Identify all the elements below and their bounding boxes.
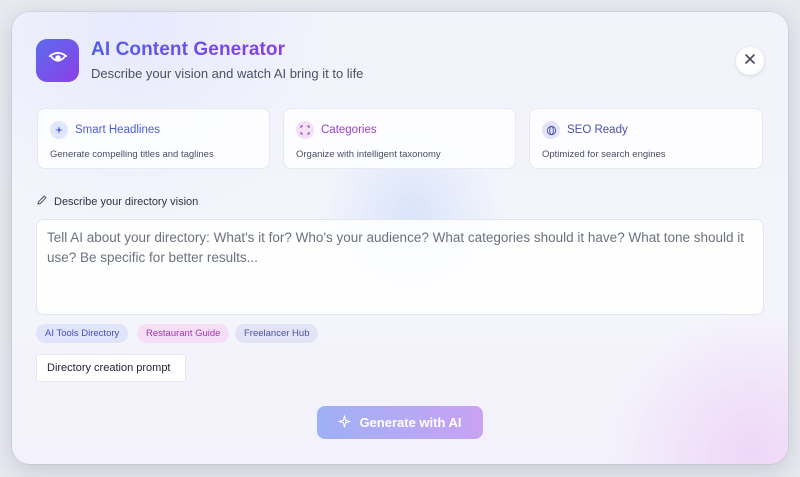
feature-description: Organize with intelligent taxonomy bbox=[296, 149, 441, 160]
feature-title: SEO Ready bbox=[567, 124, 628, 136]
grid-icon bbox=[296, 121, 314, 139]
feature-description: Generate compelling titles and taglines bbox=[50, 149, 214, 160]
feature-description: Optimized for search engines bbox=[542, 149, 666, 160]
globe-icon bbox=[542, 121, 560, 139]
prompt-textarea[interactable] bbox=[36, 219, 764, 315]
feature-title: Categories bbox=[321, 124, 377, 136]
close-icon bbox=[744, 52, 756, 70]
prompt-label: Describe your directory vision bbox=[36, 194, 198, 209]
prompt-label-text: Describe your directory vision bbox=[54, 195, 199, 208]
ai-generator-modal: AI Content Generator Describe your visio… bbox=[12, 12, 788, 464]
chip-freelancer-hub[interactable]: Freelancer Hub bbox=[235, 324, 319, 343]
sparkle-icon bbox=[50, 121, 68, 139]
pencil-icon bbox=[36, 194, 48, 209]
chip-ai-tools-directory[interactable]: AI Tools Directory bbox=[36, 324, 129, 343]
chip-restaurant-guide[interactable]: Restaurant Guide bbox=[137, 324, 230, 343]
prompt-tooltip: Directory creation prompt bbox=[36, 354, 186, 382]
feature-card-smart-headlines: Smart Headlines Generate compelling titl… bbox=[37, 108, 270, 169]
feature-card-categories: Categories Organize with intelligent tax… bbox=[283, 108, 516, 169]
page-subtitle: Describe your vision and watch AI bring … bbox=[91, 66, 364, 81]
generate-button-label: Generate with AI bbox=[359, 415, 462, 430]
generate-button[interactable]: Generate with AI bbox=[317, 406, 483, 439]
eye-icon bbox=[47, 47, 69, 74]
feature-card-seo-ready: SEO Ready Optimized for search engines bbox=[529, 108, 763, 169]
app-logo bbox=[36, 39, 79, 82]
page-title: AI Content Generator bbox=[91, 39, 286, 60]
close-button[interactable] bbox=[736, 47, 764, 75]
sparkle-icon bbox=[338, 414, 352, 431]
feature-title: Smart Headlines bbox=[75, 124, 161, 136]
